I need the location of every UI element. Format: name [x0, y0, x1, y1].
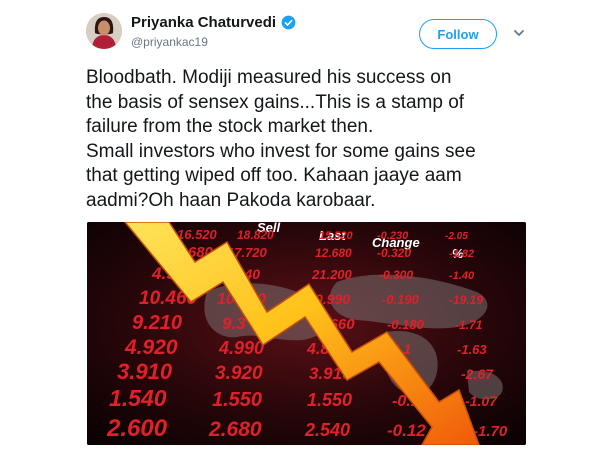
board-value: -1.82 — [449, 248, 474, 260]
profile-photo-icon — [86, 13, 122, 49]
board-value: -1.40 — [449, 270, 475, 282]
board-value: -2.05 — [445, 231, 468, 242]
board-value: -0.230 — [377, 230, 409, 242]
verified-badge-icon — [281, 15, 296, 30]
board-value: -19.19 — [449, 293, 483, 307]
board-value: 12.680 — [315, 246, 352, 260]
board-value: -1.07 — [465, 393, 498, 409]
board-value: 2.600 — [106, 415, 168, 442]
board-value: 3.910 — [117, 359, 173, 384]
board-value: 2.540 — [304, 420, 350, 440]
board-value: -0.320 — [377, 246, 411, 260]
board-value: 1.540 — [109, 385, 167, 411]
tweet-media-image[interactable]: SellLastChange%16.52013.6804.99010.4609.… — [87, 222, 526, 445]
board-value: -0.180 — [387, 317, 425, 332]
chevron-down-icon[interactable] — [512, 26, 526, 40]
author-avatar[interactable] — [86, 13, 122, 49]
stock-board-image: SellLastChange%16.52013.6804.99010.4609.… — [87, 222, 526, 445]
author-handle[interactable]: @priyankac19 — [131, 35, 208, 49]
board-value: -1.63 — [457, 342, 487, 357]
board-value: 16.520 — [177, 227, 218, 242]
board-value: -1.70 — [473, 423, 508, 440]
board-value: 2.680 — [208, 418, 262, 441]
board-value: 18.820 — [237, 228, 274, 242]
board-value: -1.71 — [455, 318, 483, 332]
board-value: 15.520 — [319, 230, 354, 242]
board-value: 1.550 — [307, 390, 352, 410]
board-value: 3.920 — [215, 363, 263, 384]
board-value: 9.210 — [132, 312, 182, 334]
board-value: 21.200 — [311, 267, 353, 282]
board-value: 4.920 — [124, 336, 178, 359]
board-value: 1.550 — [212, 389, 262, 411]
follow-button[interactable]: Follow — [419, 19, 497, 49]
author-name[interactable]: Priyanka Chaturvedi — [131, 14, 276, 31]
board-value: -0.300 — [379, 268, 413, 282]
board-value: -2.67 — [461, 366, 494, 382]
board-value: -0.190 — [382, 292, 420, 307]
board-value: 9.3 — [222, 314, 246, 333]
board-value: -0.12 — [387, 421, 426, 440]
tweet-text: Bloodbath. Modiji measured his success o… — [86, 67, 476, 211]
board-value: 4.990 — [218, 338, 264, 358]
